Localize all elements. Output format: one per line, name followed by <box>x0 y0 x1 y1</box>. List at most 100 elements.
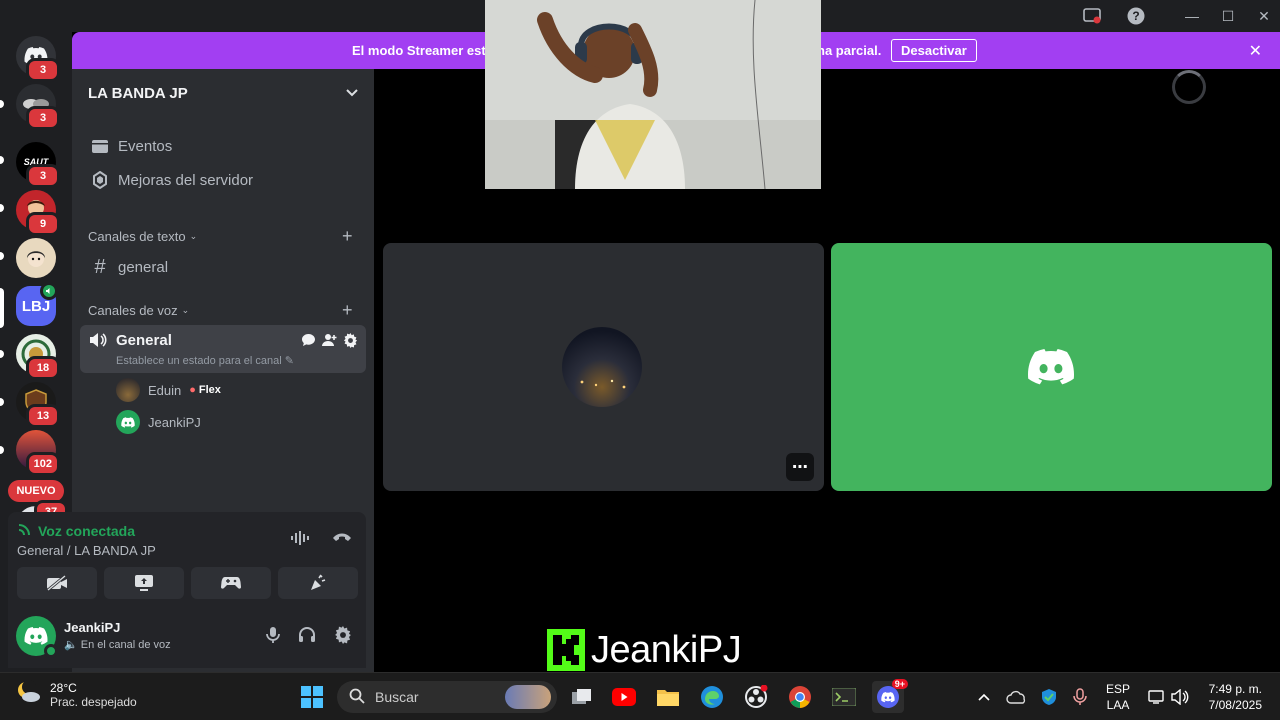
camera-off-button[interactable] <box>17 567 97 599</box>
voice-channel-actions <box>301 333 358 351</box>
close-banner-icon[interactable]: ✕ <box>1249 41 1262 61</box>
kick-brand-overlay: JeankiPJ <box>547 628 742 672</box>
file-explorer-icon[interactable] <box>652 681 684 713</box>
weather-widget[interactable]: 28°C Prac. despejado <box>16 680 137 709</box>
discord-avatar-icon <box>116 410 140 434</box>
voice-channel-status[interactable]: Establece un estado para el canal ✎ <box>116 354 294 367</box>
volume-icon[interactable] <box>1165 681 1197 713</box>
chat-bubble-icon[interactable] <box>301 333 316 351</box>
discord-taskbar-icon[interactable]: 9+ <box>872 679 908 713</box>
server-icon-3[interactable]: SAUT 3 <box>16 142 60 188</box>
share-screen-button[interactable] <box>104 567 184 599</box>
chevron-up-icon[interactable] <box>968 681 1000 713</box>
voice-location[interactable]: General / LA BANDA JP <box>17 543 156 558</box>
selected-server-pill <box>0 288 4 328</box>
help-icon[interactable]: ? <box>1118 4 1154 28</box>
microphone-icon[interactable] <box>266 626 280 649</box>
microphone-tray-icon[interactable] <box>1064 681 1096 713</box>
task-view-icon[interactable] <box>566 681 598 713</box>
noise-suppression-icon[interactable] <box>290 530 310 551</box>
kick-username: JeankiPJ <box>591 628 742 671</box>
more-options-icon[interactable]: ⋯ <box>786 453 814 481</box>
loading-spinner-icon <box>1172 70 1206 104</box>
minimize-icon[interactable]: — <box>1174 4 1210 28</box>
chrome-icon[interactable] <box>784 681 816 713</box>
server-header[interactable]: LA BANDA JP <box>72 69 374 117</box>
clock-date: 7/08/2025 <box>1208 698 1262 712</box>
windows-start-icon[interactable] <box>296 681 328 713</box>
pencil-icon: ✎ <box>284 355 295 367</box>
search-icon <box>349 688 365 707</box>
server-badge: 3 <box>26 106 60 130</box>
voice-channels-category[interactable]: Canales de voz ⌄ + <box>88 300 353 320</box>
new-servers-label[interactable]: NUEVO <box>8 480 64 502</box>
nav-server-boosts[interactable]: Mejoras del servidor <box>80 164 366 196</box>
soundboard-button[interactable] <box>278 567 358 599</box>
server-icon-9[interactable]: 102 <box>16 430 60 476</box>
unread-pill <box>0 446 4 454</box>
member-name: Eduin <box>148 382 182 398</box>
voice-status[interactable]: Voz conectada <box>18 522 135 539</box>
nav-events-label: Eventos <box>118 137 173 155</box>
direct-messages-button[interactable]: 3 <box>16 36 60 82</box>
youtube-icon[interactable] <box>608 681 640 713</box>
invite-user-icon[interactable] <box>322 333 337 351</box>
discord-logo-icon <box>1027 349 1075 390</box>
onedrive-icon[interactable] <box>1000 681 1032 713</box>
disconnect-icon[interactable] <box>332 530 352 551</box>
webcam-overlay <box>485 0 821 189</box>
streamer-banner-text: El modo Streamer esta <box>352 43 493 58</box>
close-window-icon[interactable]: ✕ <box>1246 4 1280 28</box>
obs-studio-icon[interactable] <box>740 681 772 713</box>
hashtag-icon: # <box>94 255 106 278</box>
text-channels-category[interactable]: Canales de texto ⌄ + <box>88 226 353 246</box>
voice-member-eduin[interactable]: Eduin ● Flex <box>116 377 221 403</box>
user-panel: JeankiPJ 🔈 En el canal de voz <box>8 606 366 668</box>
server-icon-4[interactable]: 9 <box>16 190 60 236</box>
search-placeholder: Buscar <box>375 689 419 705</box>
voice-channel-general[interactable]: General Establece un estado para el cana… <box>80 325 366 373</box>
channel-general-text[interactable]: # general <box>80 251 366 283</box>
unread-pill <box>0 156 4 164</box>
windows-taskbar: 28°C Prac. despejado Buscar 9+ ESP LAA 7… <box>0 672 1280 720</box>
voice-panel-icons <box>290 530 352 551</box>
gear-icon[interactable] <box>343 333 358 351</box>
user-status: 🔈 En el canal de voz <box>64 638 171 651</box>
svg-text:?: ? <box>1132 9 1139 23</box>
server-icon-5[interactable] <box>16 238 56 278</box>
moon-cloud-icon <box>16 680 42 709</box>
add-voice-channel-icon[interactable]: + <box>342 300 353 321</box>
nav-events[interactable]: Eventos <box>80 130 366 162</box>
server-icon-2[interactable]: 3 <box>16 84 60 130</box>
participant-tile-jeankipj[interactable] <box>831 243 1272 491</box>
security-shield-icon[interactable] <box>1033 681 1065 713</box>
user-settings-gear-icon[interactable] <box>334 626 352 649</box>
add-text-channel-icon[interactable]: + <box>342 226 353 247</box>
screen-share-icon[interactable] <box>1074 4 1110 28</box>
edge-browser-icon[interactable] <box>696 681 728 713</box>
unread-pill <box>0 100 4 108</box>
keyboard-layout: LAA <box>1106 698 1130 712</box>
chevron-down-icon: ⌄ <box>181 305 190 315</box>
server-name: LA BANDA JP <box>88 84 188 102</box>
voice-status-label: Voz conectada <box>38 522 135 539</box>
headphones-icon[interactable] <box>298 626 316 649</box>
participant-tile-eduin[interactable]: ⋯ <box>383 243 824 491</box>
server-icon-lbj[interactable]: LBJ <box>16 282 58 326</box>
voice-member-jeankipj[interactable]: JeankiPJ <box>116 409 201 435</box>
system-clock[interactable]: 7:49 p. m. 7/08/2025 <box>1209 681 1262 713</box>
input-language[interactable]: ESP LAA <box>1106 681 1130 713</box>
user-name: JeankiPJ <box>64 620 121 635</box>
voice-connected-panel: Voz conectada General / LA BANDA JP <box>8 512 366 606</box>
disable-streamer-button[interactable]: Desactivar <box>891 39 977 62</box>
chevron-down-icon <box>346 86 358 100</box>
server-icon-8[interactable]: 13 <box>16 382 60 428</box>
taskbar-search[interactable]: Buscar <box>337 681 557 713</box>
boost-icon <box>90 171 110 189</box>
server-icon-7[interactable]: 18 <box>16 334 60 380</box>
activities-button[interactable] <box>191 567 271 599</box>
maximize-icon[interactable]: ☐ <box>1210 4 1246 28</box>
terminal-app-icon[interactable] <box>828 681 860 713</box>
kick-logo-icon <box>547 629 585 671</box>
unread-pill <box>0 204 4 212</box>
